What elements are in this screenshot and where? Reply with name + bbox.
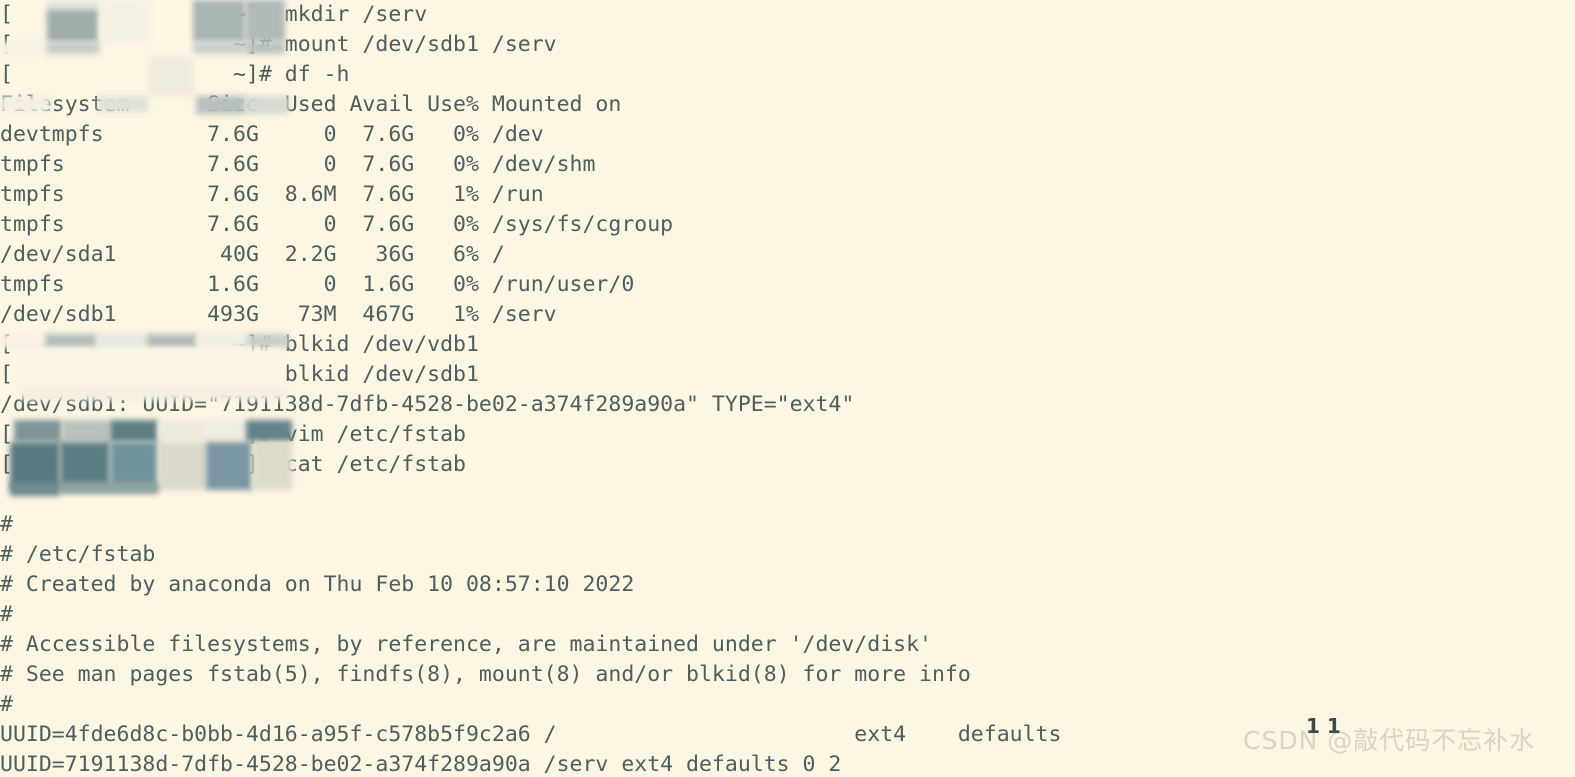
terminal-line-text: #	[0, 602, 13, 627]
terminal-line-blank-1	[0, 480, 1575, 510]
terminal-line-cmd-mkdir: [ ~]# mkdir /serv	[0, 0, 1575, 30]
terminal-line-text: tmpfs 7.6G 0 7.6G 0% /dev/shm	[0, 152, 596, 177]
terminal-line-cmd-mount: [ ~]# mount /dev/sdb1 /serv	[0, 30, 1575, 60]
terminal-line-fstab-c7: #	[0, 690, 1575, 720]
terminal-line-df-tmpfs-user: tmpfs 1.6G 0 1.6G 0% /run/user/0	[0, 270, 1575, 300]
terminal-line-text: [ ~]# df -h	[0, 62, 350, 87]
terminal-line-text: #	[0, 512, 13, 537]
terminal-line-df-header: Filesystem Size Used Avail Use% Mounted …	[0, 90, 1575, 120]
terminal-screen[interactable]: [ ~]# mkdir /serv [ ~]# mount /dev/sdb1 /…	[0, 0, 1575, 777]
terminal-line-df-tmpfs-cgroup: tmpfs 7.6G 0 7.6G 0% /sys/fs/cgroup	[0, 210, 1575, 240]
terminal-line-cmd-vim-fstab: [ ~]# vim /etc/fstab	[0, 420, 1575, 450]
terminal-line-fstab-c5: # Accessible filesystems, by reference, …	[0, 630, 1575, 660]
terminal-line-text: [ ~]# vim /etc/fstab	[0, 422, 466, 447]
terminal-line-text: UUID=4fde6d8c-b0bb-4d16-a95f-c578b5f9c2a…	[0, 722, 1062, 747]
terminal-line-text: [ ~]# mkdir /serv	[0, 2, 428, 27]
terminal-line-fstab-c3: # Created by anaconda on Thu Feb 10 08:5…	[0, 570, 1575, 600]
terminal-line-df-sda1: /dev/sda1 40G 2.2G 36G 6% /	[0, 240, 1575, 270]
terminal-line-cmd-df: [ ~]# df -h	[0, 60, 1575, 90]
terminal-line-fstab-c1: #	[0, 510, 1575, 540]
terminal-line-cmd-cat-fstab: [ ~]# cat /etc/fstab	[0, 450, 1575, 480]
terminal-line-text: [ ~]# cat /etc/fstab	[0, 452, 466, 477]
terminal-line-text: tmpfs 1.6G 0 1.6G 0% /run/user/0	[0, 272, 635, 297]
terminal-line-text: tmpfs 7.6G 0 7.6G 0% /sys/fs/cgroup	[0, 212, 674, 237]
terminal-window[interactable]: [ ~]# mkdir /serv [ ~]# mount /dev/sdb1 /…	[0, 0, 1575, 777]
terminal-line-text: [ ~]# blkid /dev/sdb1	[0, 362, 479, 387]
terminal-line-fstab-serv: UUID=7191138d-7dfb-4528-be02-a374f289a90…	[0, 750, 1575, 777]
terminal-line-text: /dev/sdb1: UUID="7191138d-7dfb-4528-be02…	[0, 392, 855, 417]
terminal-line-text: # See man pages fstab(5), findfs(8), mou…	[0, 662, 971, 687]
terminal-line-df-sdb1: /dev/sdb1 493G 73M 467G 1% /serv	[0, 300, 1575, 330]
terminal-line-df-tmpfs-run: tmpfs 7.6G 8.6M 7.6G 1% /run	[0, 180, 1575, 210]
terminal-line-text: Filesystem Size Used Avail Use% Mounted …	[0, 92, 622, 117]
terminal-line-text: # Accessible filesystems, by reference, …	[0, 632, 932, 657]
terminal-line-cmd-blkid-vdb1: [ ~]# blkid /dev/vdb1	[0, 330, 1575, 360]
terminal-line-fstab-c2: # /etc/fstab	[0, 540, 1575, 570]
terminal-line-text: UUID=7191138d-7dfb-4528-be02-a374f289a90…	[0, 752, 842, 777]
terminal-line-fstab-c4: #	[0, 600, 1575, 630]
terminal-line-text: tmpfs 7.6G 8.6M 7.6G 1% /run	[0, 182, 544, 207]
terminal-line-text: # Created by anaconda on Thu Feb 10 08:5…	[0, 572, 635, 597]
terminal-line-text: [ ~]# mount /dev/sdb1 /serv	[0, 32, 557, 57]
terminal-line-text: # /etc/fstab	[0, 542, 156, 567]
terminal-line-text: devtmpfs 7.6G 0 7.6G 0% /dev	[0, 122, 544, 147]
terminal-line-text: /dev/sda1 40G 2.2G 36G 6% /	[0, 242, 505, 267]
terminal-line-fstab-root: UUID=4fde6d8c-b0bb-4d16-a95f-c578b5f9c2a…	[0, 720, 1575, 750]
terminal-line-text: /dev/sdb1 493G 73M 467G 1% /serv	[0, 302, 557, 327]
terminal-line-blkid-output: /dev/sdb1: UUID="7191138d-7dfb-4528-be02…	[0, 390, 1575, 420]
terminal-line-df-tmpfs-shm: tmpfs 7.6G 0 7.6G 0% /dev/shm	[0, 150, 1575, 180]
terminal-line-text: #	[0, 692, 13, 717]
terminal-line-df-devtmpfs: devtmpfs 7.6G 0 7.6G 0% /dev	[0, 120, 1575, 150]
terminal-line-cmd-blkid-sdb1: [ ~]# blkid /dev/sdb1	[0, 360, 1575, 390]
terminal-line-text: [ ~]# blkid /dev/vdb1	[0, 332, 479, 357]
terminal-line-fstab-c6: # See man pages fstab(5), findfs(8), mou…	[0, 660, 1575, 690]
